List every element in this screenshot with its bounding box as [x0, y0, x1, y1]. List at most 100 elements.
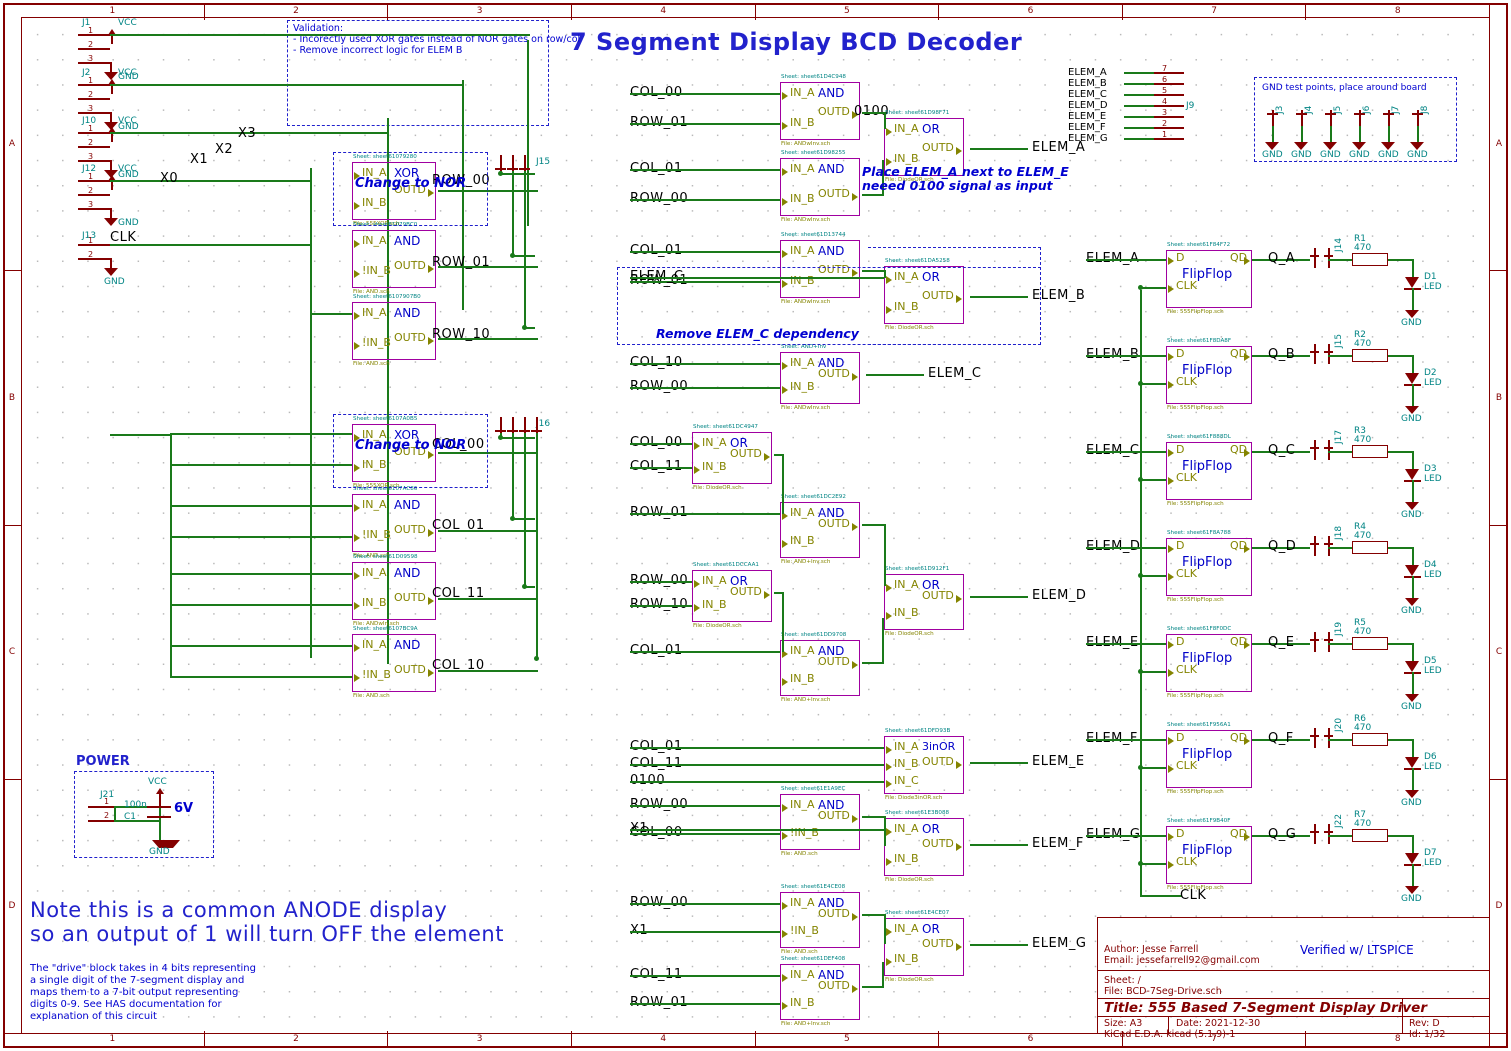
flipflop-in-wire-1: [1086, 355, 1166, 357]
power-pin1-line: [88, 806, 114, 808]
g_a1-out-label: OUTD: [818, 105, 850, 118]
g_g1-sheet-name: Sheet: sheet61E4CE08: [781, 884, 846, 890]
left-gate-outwire-4: [438, 530, 538, 532]
cap-value: 100n: [124, 800, 147, 810]
left-gate-6-sheet-name: Sheet: sheet6107BC9A: [353, 626, 418, 632]
g_d1-out-arrow: [764, 453, 770, 461]
g_g1-out-label: OUTD: [818, 907, 850, 920]
left-gate-net-2: ROW_10: [432, 327, 491, 342]
elem-conn-label-ELEM_E: ELEM_E: [1068, 111, 1107, 122]
ruler-left-A: A: [3, 17, 21, 272]
ff-gnd-icon-3: [1405, 598, 1419, 606]
power-wire-left: [114, 806, 116, 821]
g_g1-pin-arrow-1: [782, 930, 788, 938]
wire-g2-to-g3: [862, 986, 884, 988]
g_a1-input-wire-1: [630, 123, 780, 125]
elem-conn-label-ELEM_D: ELEM_D: [1068, 100, 1108, 111]
g_b1-pin-arrow-0: [782, 250, 788, 258]
flipflop-clk-label-5: CLK: [1176, 759, 1198, 772]
bit-label-x2: X2: [215, 142, 234, 157]
g_g3-out-arrow: [956, 943, 962, 951]
ff-resistor-val-4: 470: [1354, 627, 1372, 637]
ff-conn-out-wire-3: [1328, 547, 1352, 549]
left-gate-outwire-2: [438, 338, 538, 340]
flipflop-clk-arrow-0: [1168, 285, 1174, 293]
conn-pin-line-J2-2: [78, 98, 110, 100]
left-gate-2-pin-1: !IN_B: [362, 336, 391, 349]
elem-conn-pin-2: [1154, 127, 1184, 129]
ff-conn-tick-a-4: [1310, 639, 1319, 641]
ff-conn-pin-b-0: [1328, 248, 1330, 268]
ff-led-icon-1: [1405, 373, 1419, 384]
g_e1-out-wire: [970, 762, 1028, 764]
conn-pin-num-J1-1: 1: [88, 26, 94, 35]
g_d5-pin-arrow-0: [886, 584, 892, 592]
elem-conn-pinnum-7: 7: [1162, 64, 1168, 73]
ruler-right-D: D: [1490, 780, 1508, 1034]
ff-led-wire-bot-2: [1412, 480, 1414, 502]
gnd-tp-wire-J5: [1330, 126, 1332, 142]
g_f2-sheet-name: Sheet: sheet61E3B088: [885, 810, 950, 816]
g_a1-pin-arrow-1: [782, 122, 788, 130]
elem-conn-pin-4: [1154, 105, 1184, 107]
flipflop-clk-label-0: CLK: [1176, 279, 1198, 292]
ff-gnd-label-5: GND: [1401, 798, 1422, 808]
ff-res-out-wire-6: [1388, 835, 1412, 837]
left-gate-4-pin-1: !IN_B: [362, 528, 391, 541]
vcc-stem-J12: [111, 181, 113, 190]
row-conn-drop-J15-2: [524, 171, 526, 327]
left-gate-6-pin-arrow-0: [354, 644, 360, 652]
flipflop-d-arrow-4: [1168, 641, 1174, 649]
ff-conn-tick-a-2: [1310, 447, 1319, 449]
ff-conn-ref-4: J19: [1334, 621, 1344, 636]
ff-conn-tick-b-5: [1324, 735, 1333, 737]
wire-a2-to-a3: [862, 194, 884, 196]
g_c1-pin-arrow-1: [782, 386, 788, 394]
left-gate-6-pin-arrow-1: [354, 674, 360, 682]
ff-led-wire-top-2: [1412, 451, 1414, 469]
g_d3-out-label: OUTD: [730, 585, 762, 598]
g_g2-pin-arrow-0: [782, 974, 788, 982]
power-pin2-line: [88, 820, 114, 822]
elem-conn-pin-1: [1154, 138, 1184, 140]
ff-conn-pin-b-4: [1328, 632, 1330, 652]
wire-f1-to-f2: [862, 816, 884, 818]
conn-pin-num-J2-3: 3: [88, 104, 94, 113]
clk-net-label: CLK: [1180, 888, 1207, 903]
left-gate-5-pin-1: IN_B: [362, 596, 387, 609]
ff-conn-ref-2: J17: [1334, 429, 1344, 444]
row-conn-tick-J15-1: [507, 168, 518, 170]
left-gate-1-out-label: OUTD: [394, 259, 426, 272]
flipflop-in-wire-6: [1086, 835, 1166, 837]
wire-d4-to-d5: [862, 662, 884, 664]
g_f2-out-label: ELEM_F: [1032, 836, 1084, 851]
elem-conn-label-ELEM_G: ELEM_G: [1068, 133, 1108, 144]
g_d3-out-arrow: [764, 591, 770, 599]
validation-note-line1: Validation:: [293, 23, 344, 34]
ruler-top-4: 4: [572, 3, 756, 20]
left-gate-1-pin-arrow-0: [354, 240, 360, 248]
g_g2-sheet-name: Sheet: sheet61DEF408: [781, 956, 846, 962]
ruler-right-A: A: [1490, 17, 1508, 272]
ff-led-ref-3: D4: [1424, 560, 1437, 570]
wire-j1-out: [110, 34, 530, 36]
g_a3-type: OR: [922, 122, 940, 136]
elem-conn-pinnum-6: 6: [1162, 75, 1168, 84]
wire-clk-out: [110, 244, 312, 246]
title-block-div3: [1097, 1016, 1490, 1017]
g_g1-pin-arrow-0: [782, 902, 788, 910]
flipflop-clk-arrow-2: [1168, 477, 1174, 485]
ff-led-wire-bot-3: [1412, 576, 1414, 598]
g_a3-pin-0: IN_A: [894, 122, 919, 135]
flipflop-d-arrow-0: [1168, 257, 1174, 265]
g_f1-pin-arrow-0: [782, 804, 788, 812]
g_c1-out-wire: [866, 374, 924, 376]
flipflop-d-arrow-6: [1168, 833, 1174, 841]
ff-res-out-wire-5: [1388, 739, 1412, 741]
g_f2-out-label: OUTD: [922, 837, 954, 850]
ff-led-wire-bot-6: [1412, 864, 1414, 886]
g_a3-out-wire: [970, 148, 1028, 150]
power-vcc-stem: [159, 794, 161, 806]
ruler-left-D: D: [3, 780, 21, 1034]
ff-led-ref-4: D5: [1424, 656, 1437, 666]
